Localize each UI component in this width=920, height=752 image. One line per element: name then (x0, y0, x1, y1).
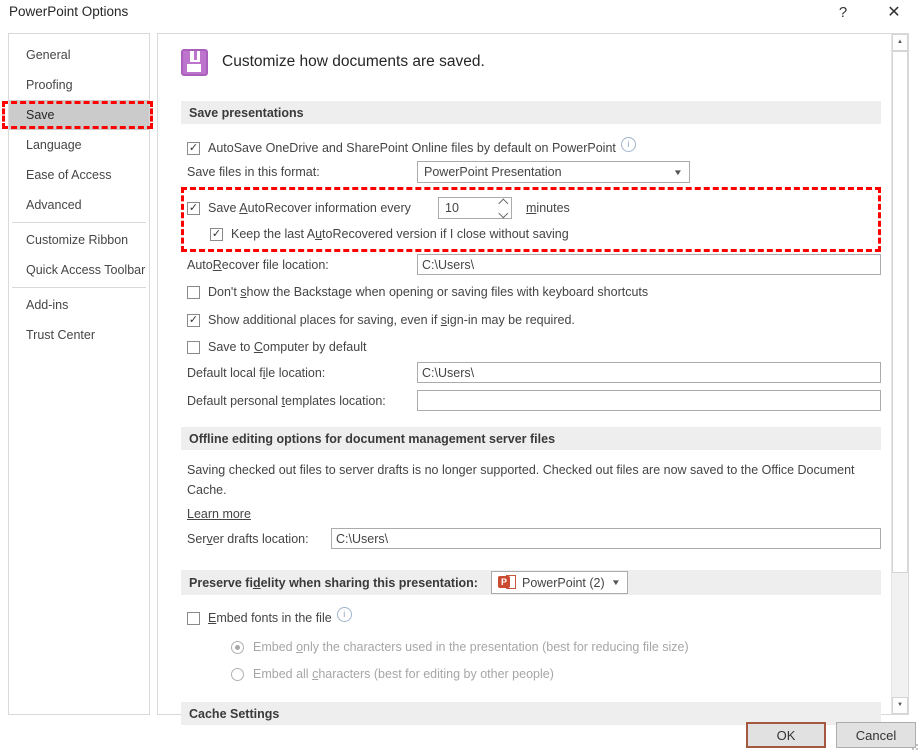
spinner-down-icon[interactable] (498, 207, 508, 218)
sidebar-item-quick-access-toolbar[interactable]: Quick Access Toolbar (9, 255, 149, 285)
sidebar-item-add-ins[interactable]: Add-ins (9, 290, 149, 320)
sidebar-item-proofing[interactable]: Proofing (9, 70, 149, 100)
embed-all-label: Embed all characters (best for editing b… (253, 667, 554, 681)
default-templates-label: Default personal templates location: (187, 393, 386, 408)
sidebar-item-advanced[interactable]: Advanced (9, 190, 149, 220)
default-local-label: Default local file location: (187, 365, 326, 380)
close-icon[interactable]: ✕ (882, 1, 906, 25)
keep-last-autorecovered-checkbox[interactable]: ✓ (210, 227, 223, 241)
autorecover-checkbox[interactable]: ✓ (187, 201, 200, 215)
cancel-button[interactable]: Cancel (836, 722, 916, 748)
default-local-input[interactable] (417, 362, 881, 383)
keep-last-autorecovered-label: Keep the last AutoRecovered version if I… (231, 227, 569, 241)
sidebar-item-ease-of-access[interactable]: Ease of Access (9, 160, 149, 190)
embed-fonts-label: Embed fonts in the file (208, 611, 332, 625)
ok-button[interactable]: OK (746, 722, 826, 748)
page-title: Customize how documents are saved. (222, 53, 485, 70)
save-options-panel: Customize how documents are saved. Save … (157, 33, 909, 725)
scroll-up-icon[interactable]: ▲ (892, 34, 908, 51)
autorecover-location-label: AutoRecover file location: (187, 257, 329, 272)
save-floppy-icon (181, 48, 208, 76)
scroll-down-icon[interactable]: ▼ (892, 697, 908, 714)
learn-more-link[interactable]: Learn more (187, 507, 251, 521)
sidebar-divider (12, 287, 146, 288)
sidebar-item-save[interactable]: Save (2, 100, 153, 130)
save-format-dropdown[interactable]: PowerPoint Presentation ▼ (417, 161, 690, 183)
autorecover-location-input[interactable] (417, 254, 881, 275)
autorecover-label: Save AutoRecover information every (208, 201, 411, 215)
options-sidebar: General Proofing Save Language Ease of A… (2, 33, 153, 715)
info-icon[interactable]: i (620, 136, 636, 152)
autosave-checkbox[interactable]: ✓ (187, 141, 200, 155)
sidebar-item-trust-center[interactable]: Trust Center (9, 320, 149, 350)
vertical-scrollbar[interactable]: ▲ ▼ (891, 34, 908, 714)
server-drafts-input[interactable] (331, 528, 881, 549)
sidebar-item-customize-ribbon[interactable]: Customize Ribbon (9, 225, 149, 255)
backstage-label: Don't show the Backstage when opening or… (208, 285, 649, 299)
info-icon[interactable]: i (336, 606, 352, 622)
save-highlight-box (2, 101, 153, 129)
embed-all-radio[interactable] (231, 667, 244, 681)
scrollbar-thumb[interactable] (892, 51, 908, 573)
fidelity-presentation-dropdown[interactable]: P PowerPoint (2) ▼ (490, 571, 628, 594)
default-templates-input[interactable] (417, 390, 881, 411)
embed-fonts-checkbox[interactable] (187, 611, 200, 625)
autorecover-highlight-box: ✓ Save AutoRecover information every 10 … (181, 187, 881, 252)
autorecover-minutes-spinner[interactable]: 10 (438, 197, 512, 219)
section-preserve-fidelity: Preserve fidelity when sharing this pres… (181, 570, 881, 595)
sidebar-item-general[interactable]: General (9, 40, 149, 70)
minutes-label: minutes (526, 201, 570, 215)
backstage-checkbox[interactable] (187, 285, 200, 299)
additional-places-label: Show additional places for saving, even … (208, 313, 575, 327)
chevron-down-icon: ▼ (610, 578, 622, 587)
spinner-up-icon[interactable] (498, 198, 508, 209)
embed-only-label: Embed only the characters used in the pr… (253, 640, 689, 654)
additional-places-checkbox[interactable]: ✓ (187, 313, 200, 327)
autosave-label: AutoSave OneDrive and SharePoint Online … (208, 141, 616, 155)
embed-only-radio[interactable] (231, 640, 244, 654)
preserve-fidelity-label: Preserve fidelity when sharing this pres… (189, 575, 478, 590)
help-icon[interactable]: ? (832, 2, 854, 24)
save-to-computer-label: Save to Computer by default (208, 340, 367, 354)
save-format-label: Save files in this format: (187, 165, 320, 179)
section-offline-editing: Offline editing options for document man… (181, 427, 881, 450)
sidebar-divider (12, 222, 146, 223)
chevron-down-icon: ▼ (672, 167, 684, 177)
server-drafts-label: Server drafts location: (187, 531, 309, 546)
section-save-presentations: Save presentations (181, 101, 881, 124)
offline-description: Saving checked out files to server draft… (187, 463, 855, 497)
window-title: PowerPoint Options (9, 4, 129, 19)
resize-grip[interactable] (908, 740, 918, 750)
save-to-computer-checkbox[interactable] (187, 340, 200, 354)
powerpoint-icon: P (497, 575, 516, 590)
sidebar-item-language[interactable]: Language (9, 130, 149, 160)
